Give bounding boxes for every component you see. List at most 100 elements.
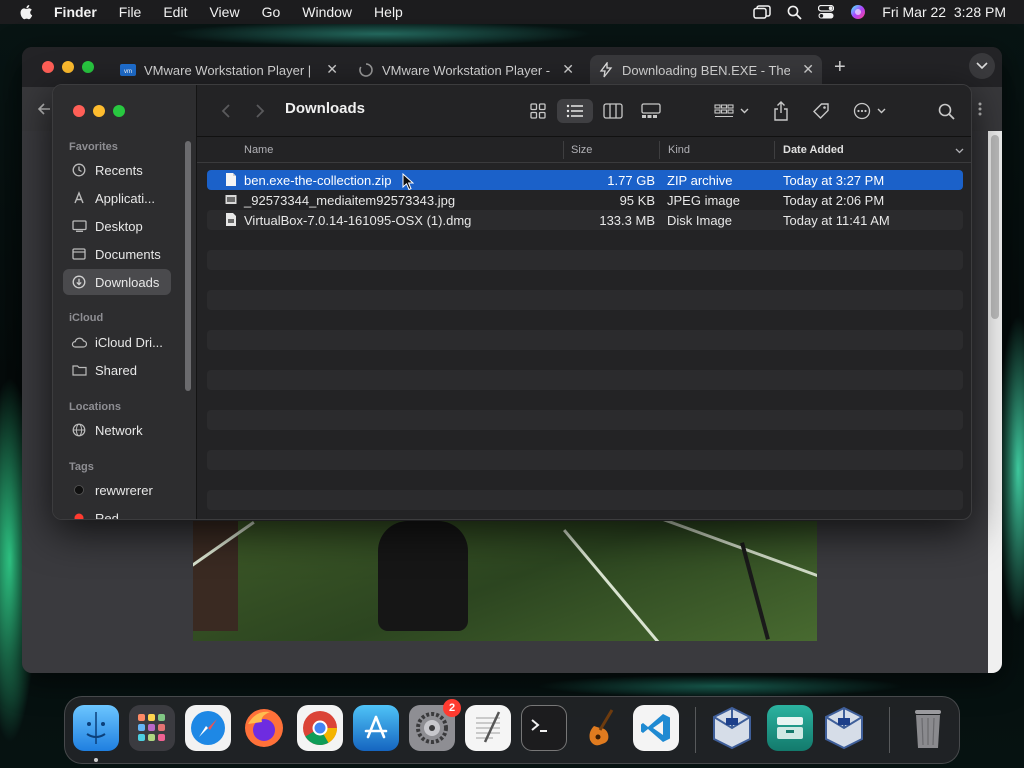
browser-menu-icon[interactable] [977, 101, 983, 117]
finder-zoom-button[interactable] [113, 105, 125, 117]
menu-window[interactable]: Window [302, 4, 352, 20]
column-header-name[interactable]: Name [244, 144, 273, 156]
apple-icon[interactable] [18, 3, 36, 21]
icon-view-button[interactable] [523, 99, 553, 123]
safari-icon[interactable] [185, 705, 231, 751]
field-line [663, 521, 817, 604]
column-header-date-added[interactable]: Date Added [783, 144, 844, 156]
finder-toolbar: Downloads [197, 85, 971, 137]
menu-file[interactable]: File [119, 4, 142, 20]
sidebar-item-shared[interactable]: Shared [63, 357, 171, 383]
firefox-icon[interactable] [241, 705, 287, 751]
loading-spinner-icon [359, 63, 373, 77]
sidebar-item-recents[interactable]: Recents [63, 157, 171, 183]
finder-title: Downloads [285, 100, 366, 117]
archive-utility-icon[interactable] [767, 705, 813, 751]
browser-tab-2-close-icon[interactable]: ✕ [562, 61, 574, 78]
sidebar-scrollbar[interactable] [185, 141, 191, 391]
trash-icon[interactable] [905, 705, 951, 751]
action-menu-button[interactable] [847, 99, 891, 123]
list-view-button[interactable] [557, 99, 593, 123]
finder-icon[interactable] [73, 705, 119, 751]
column-header-kind[interactable]: Kind [668, 144, 690, 156]
column-separator[interactable] [563, 141, 564, 159]
new-tab-button[interactable]: + [834, 56, 846, 79]
browser-tab-1-close-icon[interactable]: ✕ [326, 61, 338, 78]
menu-view[interactable]: View [209, 4, 239, 20]
browser-tab-2[interactable]: VMware Workstation Player - ✕ [352, 55, 582, 85]
file-date-added: Today at 2:06 PM [783, 193, 885, 208]
chevron-down-icon [877, 108, 885, 114]
finder-search-button[interactable] [933, 99, 959, 123]
sidebar-item-desktop[interactable]: Desktop [63, 213, 171, 239]
column-view-button[interactable] [597, 99, 629, 123]
file-row-jpg[interactable]: _92573344_mediaitem92573343.jpg 95 KB JP… [207, 190, 963, 210]
tab-overflow-button[interactable] [969, 53, 995, 79]
sidebar-item-icloud-drive[interactable]: iCloud Dri... [63, 329, 171, 355]
finder-close-button[interactable] [73, 105, 85, 117]
column-header-size[interactable]: Size [571, 144, 592, 156]
textedit-icon[interactable] [465, 705, 511, 751]
column-separator[interactable] [659, 141, 660, 159]
menu-help[interactable]: Help [374, 4, 403, 20]
sidebar-header-icloud: iCloud [69, 312, 104, 324]
browser-tab-3[interactable]: Downloading BEN.EXE - The ✕ [590, 55, 822, 85]
menu-clock[interactable]: Fri Mar 22 3:28 PM [882, 4, 1006, 20]
file-row-dmg[interactable]: VirtualBox-7.0.14-161095-OSX (1).dmg 133… [207, 210, 963, 230]
menu-edit[interactable]: Edit [163, 4, 187, 20]
forward-chevron-icon[interactable] [255, 103, 265, 119]
group-by-button[interactable] [709, 99, 753, 123]
sidebar-item-documents[interactable]: Documents [63, 241, 171, 267]
back-arrow-icon[interactable] [36, 101, 52, 117]
file-kind: Disk Image [667, 213, 733, 228]
chrome-icon[interactable] [297, 705, 343, 751]
garageband-icon[interactable] [577, 705, 623, 751]
sidebar-item-applications[interactable]: Applicati... [63, 185, 171, 211]
browser-tab-3-close-icon[interactable]: ✕ [802, 61, 814, 78]
browser-minimize-button[interactable] [62, 61, 74, 73]
window-switch-icon[interactable] [753, 5, 772, 19]
column-separator[interactable] [774, 141, 775, 159]
image-file-icon [225, 195, 237, 204]
sidebar-item-downloads[interactable]: Downloads [63, 269, 171, 295]
system-settings-icon[interactable]: 2 [409, 699, 461, 751]
browser-close-button[interactable] [42, 61, 54, 73]
browser-tab-3-label: Downloading BEN.EXE - The [622, 62, 790, 78]
dock-separator [695, 707, 696, 753]
app-store-icon[interactable] [353, 705, 399, 751]
virtualbox-icon[interactable] [709, 705, 755, 751]
sidebar-item-label: iCloud Dri... [95, 334, 163, 350]
file-size: 133.3 MB [599, 213, 655, 228]
file-kind: ZIP archive [667, 173, 733, 188]
gallery-view-button[interactable] [635, 99, 667, 123]
video-player[interactable] [193, 521, 817, 641]
browser-scrollbar[interactable] [988, 131, 1002, 673]
siri-icon[interactable] [850, 4, 866, 20]
share-button[interactable] [767, 99, 795, 123]
launchpad-icon[interactable] [129, 705, 175, 751]
back-chevron-icon[interactable] [221, 103, 231, 119]
chevron-down-icon [740, 108, 748, 114]
menu-go[interactable]: Go [262, 4, 281, 20]
svg-text:vm: vm [124, 69, 132, 75]
applications-icon [71, 190, 87, 206]
finder-minimize-button[interactable] [93, 105, 105, 117]
browser-zoom-button[interactable] [82, 61, 94, 73]
browser-tab-1[interactable]: vm VMware Workstation Player | ✕ [114, 55, 346, 85]
browser-scrollbar-thumb[interactable] [991, 135, 999, 319]
file-date-added: Today at 3:27 PM [783, 173, 885, 188]
sort-chevron-down-icon[interactable] [955, 148, 964, 154]
menu-app-name[interactable]: Finder [54, 4, 97, 20]
virtualbox-icon[interactable] [821, 705, 867, 751]
vscode-icon[interactable] [633, 705, 679, 751]
file-row-zip[interactable]: ben.exe-the-collection.zip 1.77 GB ZIP a… [207, 170, 963, 190]
terminal-icon[interactable] [521, 705, 567, 751]
tag-button[interactable] [807, 99, 835, 123]
control-center-icon[interactable] [818, 5, 835, 19]
sidebar-item-label: Downloads [95, 274, 160, 290]
file-name: VirtualBox-7.0.14-161095-OSX (1).dmg [244, 213, 472, 228]
sidebar-item-tag-rewwrerer[interactable]: rewwrerer [63, 477, 171, 503]
spotlight-search-icon[interactable] [787, 5, 802, 20]
sidebar-item-network[interactable]: Network [63, 417, 171, 443]
sidebar-item-tag-red[interactable]: Red [63, 505, 171, 519]
